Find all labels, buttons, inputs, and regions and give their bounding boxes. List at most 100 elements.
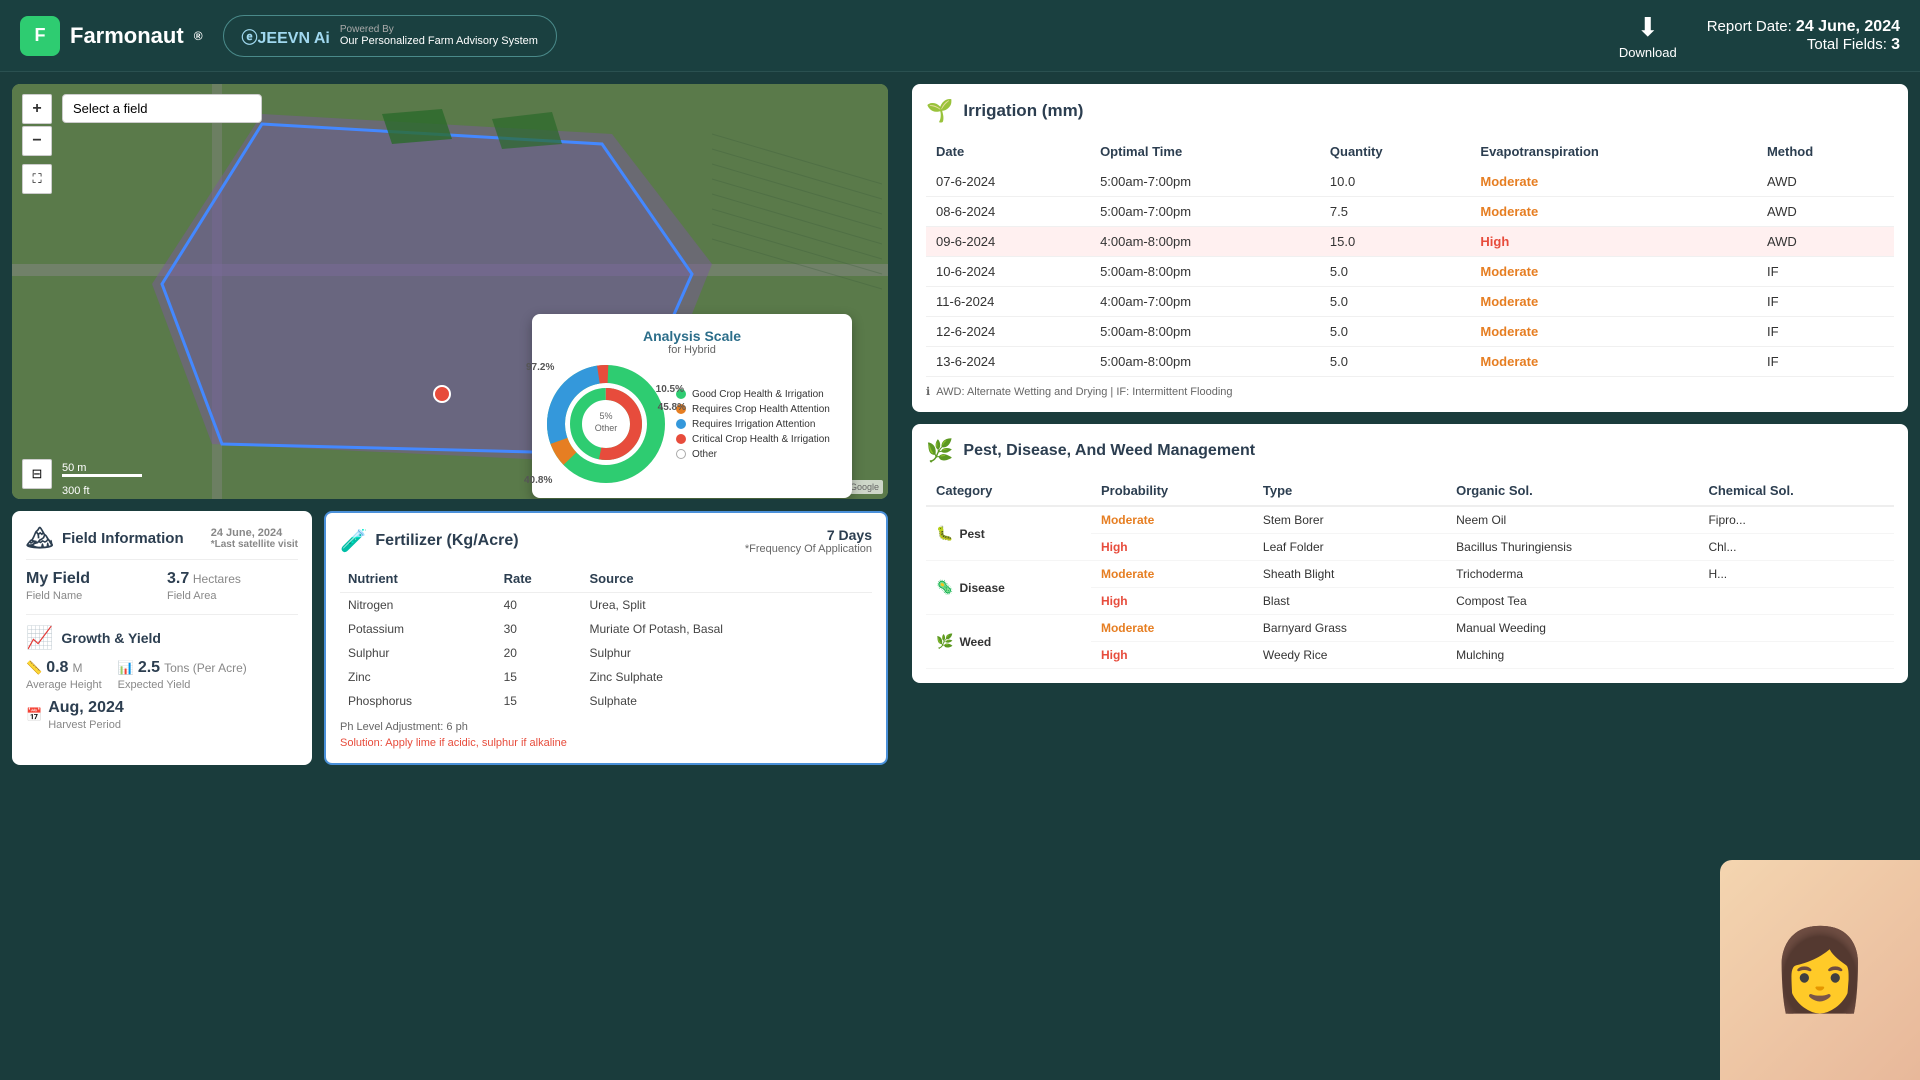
expected-yield-unit: Tons (Per Acre) [164, 661, 247, 675]
field-name-label: Field Name [26, 590, 157, 602]
pest-row: 🐛Pest Moderate Stem Borer Neem Oil Fipro… [926, 506, 1894, 534]
field-info-header: 🏔 Field Information 24 June, 2024 *Last … [26, 525, 298, 560]
map-container[interactable]: 50 m 300 ft + − ⛶ Select a field ⊟ [12, 84, 888, 499]
fert-rate: 15 [496, 689, 582, 713]
svg-text:300 ft: 300 ft [62, 485, 90, 497]
irr-evap: Moderate [1470, 257, 1757, 287]
pest-disease-panel: 🌿 Pest, Disease, And Weed Management Cat… [912, 424, 1908, 683]
cat-icon: 🌿 [936, 633, 953, 650]
irr-date: 07-6-2024 [926, 167, 1090, 197]
growth-title: Growth & Yield [61, 630, 161, 646]
fert-icon: 🧪 [340, 528, 367, 554]
fert-header-row: Nutrient Rate Source [340, 565, 872, 593]
irr-method: AWD [1757, 167, 1894, 197]
legend-dot-other [676, 449, 686, 459]
fert-source: Sulphate [582, 689, 872, 713]
pest-organic: Trichoderma [1446, 561, 1698, 588]
pest-icon: 🌿 [926, 438, 953, 464]
irr-quantity: 7.5 [1320, 197, 1471, 227]
irr-evap: High [1470, 227, 1757, 257]
download-button[interactable]: ⬇ Download [1619, 12, 1677, 60]
layer-button[interactable]: ⊟ [22, 459, 52, 489]
logo: F Farmonaut ® [20, 16, 203, 56]
harvest-period-stat: 📅 Aug, 2024 Harvest Period [26, 699, 298, 731]
legend-dot-critical [676, 434, 686, 444]
pest-probability: High [1091, 642, 1253, 669]
fert-row: Potassium 30 Muriate Of Potash, Basal [340, 617, 872, 641]
logo-icon: F [20, 16, 60, 56]
fert-nutrient: Potassium [340, 617, 496, 641]
field-select-dropdown[interactable]: Select a field [62, 94, 262, 123]
logo-text: Farmonaut [70, 23, 184, 49]
irr-date: 08-6-2024 [926, 197, 1090, 227]
field-name-stat: My Field Field Name [26, 570, 157, 602]
cat-label: Pest [959, 527, 984, 541]
irr-evap: Moderate [1470, 347, 1757, 377]
report-date-label: Report Date: [1707, 18, 1792, 35]
irr-col-method: Method [1757, 136, 1894, 167]
pest-chemical: H... [1698, 561, 1894, 588]
report-date: Report Date: 24 June, 2024 [1707, 18, 1900, 36]
irr-body: 07-6-2024 5:00am-7:00pm 10.0 Moderate AW… [926, 167, 1894, 377]
irr-evap: Moderate [1470, 317, 1757, 347]
fert-row: Zinc 15 Zinc Sulphate [340, 665, 872, 689]
pest-probability: High [1091, 588, 1253, 615]
irr-date: 11-6-2024 [926, 287, 1090, 317]
pest-category: 🌿Weed [926, 615, 1091, 669]
pest-probability: High [1091, 534, 1253, 561]
frequency-value: 7 Days [745, 527, 872, 543]
total-fields: Total Fields: 3 [1707, 36, 1900, 54]
irr-row: 11-6-2024 4:00am-7:00pm 5.0 Moderate IF [926, 287, 1894, 317]
harvest-period-label: Harvest Period [48, 719, 124, 731]
powered-by-info: Powered By Our Personalized Farm Advisor… [340, 24, 538, 47]
irr-optimal: 5:00am-7:00pm [1090, 197, 1320, 227]
irr-row: 07-6-2024 5:00am-7:00pm 10.0 Moderate AW… [926, 167, 1894, 197]
irrigation-note-text: AWD: Alternate Wetting and Drying | IF: … [936, 386, 1232, 398]
powered-desc: Our Personalized Farm Advisory System [340, 35, 538, 47]
left-panel: 50 m 300 ft + − ⛶ Select a field ⊟ [0, 72, 900, 1080]
report-info: Report Date: 24 June, 2024 Total Fields:… [1707, 18, 1900, 54]
irr-evap: Moderate [1470, 287, 1757, 317]
irr-optimal: 5:00am-8:00pm [1090, 257, 1320, 287]
fert-source: Zinc Sulphate [582, 665, 872, 689]
field-date-value: 24 June, 2024 [211, 527, 298, 539]
avg-height-display: 📏 0.8 M [26, 659, 102, 677]
pest-chemical: Fipro... [1698, 506, 1894, 534]
pest-probability: Moderate [1091, 506, 1253, 534]
irr-date: 12-6-2024 [926, 317, 1090, 347]
pest-type: Blast [1253, 588, 1446, 615]
irr-optimal: 4:00am-8:00pm [1090, 227, 1320, 257]
logo-reg: ® [194, 29, 203, 43]
frequency-badge: 7 Days *Frequency Of Application [745, 527, 872, 555]
pct-10-label: 10.5% [656, 384, 684, 395]
pct-97-label: 97.2% [526, 362, 554, 373]
pest-probability: Moderate [1091, 561, 1253, 588]
fertilizer-header: 🧪 Fertilizer (Kg/Acre) 7 Days *Frequency… [340, 527, 872, 555]
fert-row: Phosphorus 15 Sulphate [340, 689, 872, 713]
irr-row: 08-6-2024 5:00am-7:00pm 7.5 Moderate AWD [926, 197, 1894, 227]
right-panel: 🌱 Irrigation (mm) Date Optimal Time Quan… [900, 72, 1920, 1080]
pest-col-probability: Probability [1091, 476, 1253, 506]
fert-solution-text: Apply lime if acidic, sulphur if alkalin… [385, 737, 567, 749]
svg-text:Other: Other [595, 423, 618, 433]
irr-quantity: 5.0 [1320, 287, 1471, 317]
field-selector[interactable]: Select a field [62, 94, 262, 123]
svg-text:5%: 5% [599, 411, 612, 421]
col-source: Source [582, 565, 872, 593]
legend-label-requires-crop: Requires Crop Health Attention [692, 404, 830, 415]
irrigation-icon: 🌱 [926, 98, 953, 124]
irr-method: IF [1757, 347, 1894, 377]
pest-table: Category Probability Type Organic Sol. C… [926, 476, 1894, 669]
col-rate: Rate [496, 565, 582, 593]
pest-header-row: Category Probability Type Organic Sol. C… [926, 476, 1894, 506]
fert-source: Sulphur [582, 641, 872, 665]
fert-nutrient: Zinc [340, 665, 496, 689]
expand-button[interactable]: ⛶ [22, 164, 52, 194]
zoom-out-button[interactable]: − [22, 126, 52, 156]
irrigation-title: Irrigation (mm) [963, 101, 1083, 121]
zoom-in-button[interactable]: + [22, 94, 52, 124]
irr-quantity: 5.0 [1320, 257, 1471, 287]
fert-rate: 40 [496, 593, 582, 618]
total-fields-value: 3 [1891, 36, 1900, 53]
legend-dot-requires-irr [676, 419, 686, 429]
